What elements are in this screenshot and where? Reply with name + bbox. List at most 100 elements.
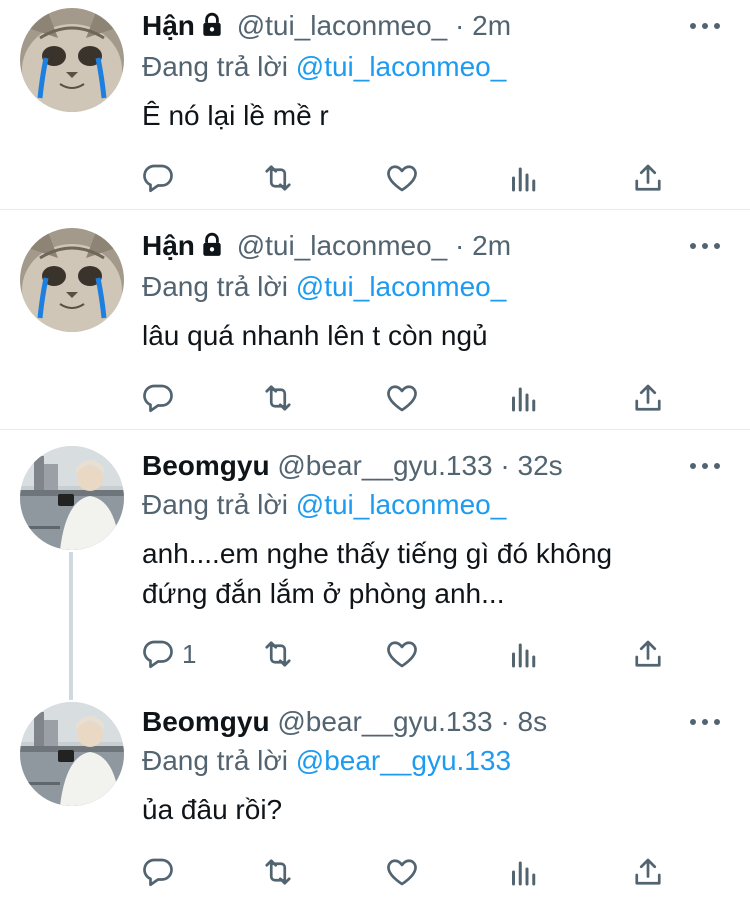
avatar[interactable] bbox=[20, 8, 124, 112]
analytics-button[interactable] bbox=[506, 634, 542, 674]
person-photo-avatar bbox=[20, 446, 124, 550]
retweet-icon bbox=[265, 641, 291, 667]
tweet-text-line: lâu quá nhanh lên t còn ngủ bbox=[142, 320, 488, 351]
lock-icon bbox=[199, 229, 225, 269]
reply-icon bbox=[143, 640, 173, 669]
reply-prefix: Đang trả lời bbox=[142, 51, 288, 82]
like-button[interactable] bbox=[384, 852, 420, 892]
retweet-button[interactable] bbox=[260, 158, 296, 198]
timestamp[interactable]: 2m bbox=[472, 230, 511, 261]
mention-link[interactable]: @tui_laconmeo_ bbox=[296, 51, 507, 82]
more-icon[interactable] bbox=[690, 231, 720, 261]
tweet[interactable]: Hận @tui_laconmeo_ · 2m Đang trả lời @tu… bbox=[0, 220, 750, 428]
analytics-icon bbox=[512, 167, 536, 192]
like-button[interactable] bbox=[384, 634, 420, 674]
analytics-icon bbox=[512, 643, 536, 668]
separator-dot: · bbox=[500, 450, 510, 481]
more-icon[interactable] bbox=[690, 451, 720, 481]
person-photo-avatar bbox=[20, 702, 124, 806]
tweet-text: Ê nó lại lề mề r bbox=[142, 96, 722, 136]
analytics-button[interactable] bbox=[506, 158, 542, 198]
tweet-text: lâu quá nhanh lên t còn ngủ bbox=[142, 316, 722, 356]
tweet[interactable]: Beomgyu @bear__gyu.133 · 8s Đang trả lời… bbox=[0, 694, 750, 903]
reply-context: Đang trả lời @tui_laconmeo_ bbox=[142, 268, 506, 306]
handle[interactable]: @tui_laconmeo_ bbox=[237, 10, 448, 41]
reply-context: Đang trả lời @bear__gyu.133 bbox=[142, 742, 511, 780]
retweet-button[interactable] bbox=[260, 852, 296, 892]
action-bar bbox=[140, 158, 680, 198]
avatar[interactable] bbox=[20, 228, 124, 332]
avatar[interactable] bbox=[20, 446, 124, 550]
lock-icon bbox=[199, 9, 225, 49]
analytics-button[interactable] bbox=[506, 378, 542, 418]
retweet-icon bbox=[265, 385, 291, 411]
action-bar: 1 bbox=[140, 634, 680, 674]
timestamp[interactable]: 32s bbox=[518, 450, 563, 481]
mention-link[interactable]: @tui_laconmeo_ bbox=[296, 271, 507, 302]
display-name[interactable]: Hận bbox=[142, 10, 195, 41]
action-bar bbox=[140, 378, 680, 418]
like-button[interactable] bbox=[384, 158, 420, 198]
tweet[interactable]: Beomgyu @bear__gyu.133 · 32s Đang trả lờ… bbox=[0, 438, 750, 683]
share-icon bbox=[635, 858, 661, 885]
share-button[interactable] bbox=[630, 852, 666, 892]
like-icon bbox=[387, 641, 417, 668]
reply-context: Đang trả lời @tui_laconmeo_ bbox=[142, 486, 506, 524]
crying-cat-avatar bbox=[20, 8, 124, 112]
more-icon[interactable] bbox=[690, 707, 720, 737]
like-button[interactable] bbox=[384, 378, 420, 418]
tweet-text: anh....em nghe thấy tiếng gì đó không đứ… bbox=[142, 534, 722, 614]
share-button[interactable] bbox=[630, 634, 666, 674]
reply-button[interactable]: 1 bbox=[140, 634, 196, 674]
timestamp[interactable]: 2m bbox=[472, 10, 511, 41]
reply-button[interactable] bbox=[140, 852, 182, 892]
tweet-text-line: anh....em nghe thấy tiếng gì đó không bbox=[142, 538, 613, 569]
display-name[interactable]: Hận bbox=[142, 230, 195, 261]
reply-icon bbox=[143, 164, 173, 193]
reply-context: Đang trả lời @tui_laconmeo_ bbox=[142, 48, 506, 86]
display-name[interactable]: Beomgyu bbox=[142, 706, 270, 737]
reply-button[interactable] bbox=[140, 158, 182, 198]
handle[interactable]: @tui_laconmeo_ bbox=[237, 230, 448, 261]
tweet-text-line: ủa đâu rồi? bbox=[142, 794, 283, 825]
tweet-text: ủa đâu rồi? bbox=[142, 790, 722, 830]
share-icon bbox=[635, 164, 661, 191]
analytics-icon bbox=[512, 861, 536, 886]
share-button[interactable] bbox=[630, 378, 666, 418]
reply-icon bbox=[143, 858, 173, 887]
share-icon bbox=[635, 640, 661, 667]
reply-count: 1 bbox=[182, 638, 197, 669]
tweet[interactable]: Hận @tui_laconmeo_ · 2m Đang trả lời @tu… bbox=[0, 0, 750, 208]
analytics-icon bbox=[512, 387, 536, 412]
retweet-icon bbox=[265, 859, 291, 885]
like-icon bbox=[387, 385, 417, 412]
timestamp[interactable]: 8s bbox=[518, 706, 548, 737]
separator-dot: · bbox=[500, 706, 510, 737]
tweet-text-line: đứng đắn lắm ở phòng anh... bbox=[142, 578, 505, 609]
share-icon bbox=[635, 384, 661, 411]
more-icon[interactable] bbox=[690, 11, 720, 41]
reply-prefix: Đang trả lời bbox=[142, 489, 288, 520]
reply-icon bbox=[143, 384, 173, 413]
reply-prefix: Đang trả lời bbox=[142, 271, 288, 302]
reply-prefix: Đang trả lời bbox=[142, 745, 288, 776]
divider bbox=[0, 429, 750, 430]
retweet-button[interactable] bbox=[260, 634, 296, 674]
retweet-icon bbox=[265, 165, 291, 191]
display-name[interactable]: Beomgyu bbox=[142, 450, 270, 481]
like-icon bbox=[387, 859, 417, 886]
crying-cat-avatar bbox=[20, 228, 124, 332]
avatar[interactable] bbox=[20, 702, 124, 806]
analytics-button[interactable] bbox=[506, 852, 542, 892]
handle[interactable]: @bear__gyu.133 bbox=[277, 706, 492, 737]
retweet-button[interactable] bbox=[260, 378, 296, 418]
action-bar bbox=[140, 852, 680, 892]
handle[interactable]: @bear__gyu.133 bbox=[277, 450, 492, 481]
divider bbox=[0, 209, 750, 210]
mention-link[interactable]: @bear__gyu.133 bbox=[296, 745, 511, 776]
reply-button[interactable] bbox=[140, 378, 182, 418]
mention-link[interactable]: @tui_laconmeo_ bbox=[296, 489, 507, 520]
share-button[interactable] bbox=[630, 158, 666, 198]
separator-dot: · bbox=[455, 10, 465, 41]
like-icon bbox=[387, 165, 417, 192]
